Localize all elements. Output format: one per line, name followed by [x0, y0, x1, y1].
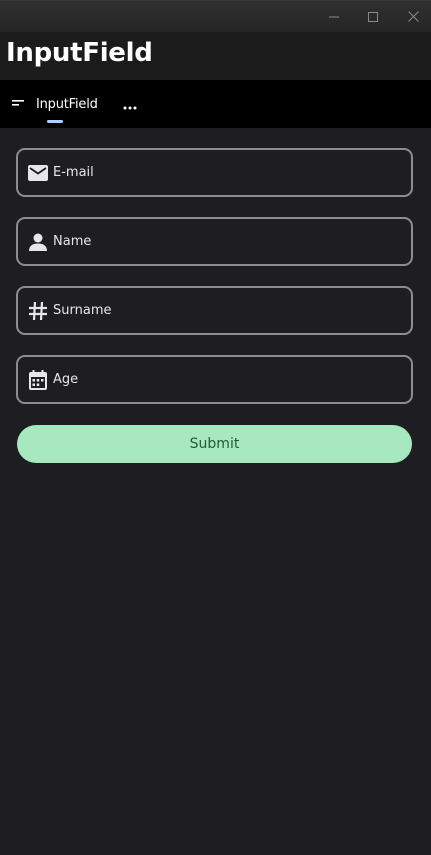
name-field[interactable] [16, 217, 413, 266]
envelope-icon [27, 162, 49, 184]
calendar-icon [27, 369, 49, 391]
maximize-button[interactable] [353, 1, 393, 32]
page-title: InputField [6, 38, 153, 68]
close-icon [407, 11, 419, 22]
person-icon [27, 231, 49, 253]
age-input[interactable] [53, 359, 399, 400]
maximize-icon [368, 11, 378, 22]
window-titlebar [0, 0, 431, 32]
email-input[interactable] [53, 152, 399, 193]
close-button[interactable] [393, 1, 431, 32]
age-field[interactable] [16, 355, 413, 404]
submit-button[interactable]: Submit [17, 425, 412, 463]
selected-tab-indicator [47, 120, 63, 123]
app-header: InputField [0, 32, 431, 80]
minimize-button[interactable] [314, 1, 354, 32]
surname-input[interactable] [53, 290, 399, 331]
navigation-bar: InputField [0, 80, 431, 128]
minimize-icon [329, 12, 339, 22]
hash-icon [27, 300, 49, 322]
name-input[interactable] [53, 221, 399, 262]
tab-label: InputField [36, 96, 98, 112]
menu-lines-icon [10, 96, 26, 112]
more-button[interactable] [116, 90, 144, 118]
more-horizontal-icon [123, 95, 137, 114]
email-field[interactable] [16, 148, 413, 197]
surname-field[interactable] [16, 286, 413, 335]
